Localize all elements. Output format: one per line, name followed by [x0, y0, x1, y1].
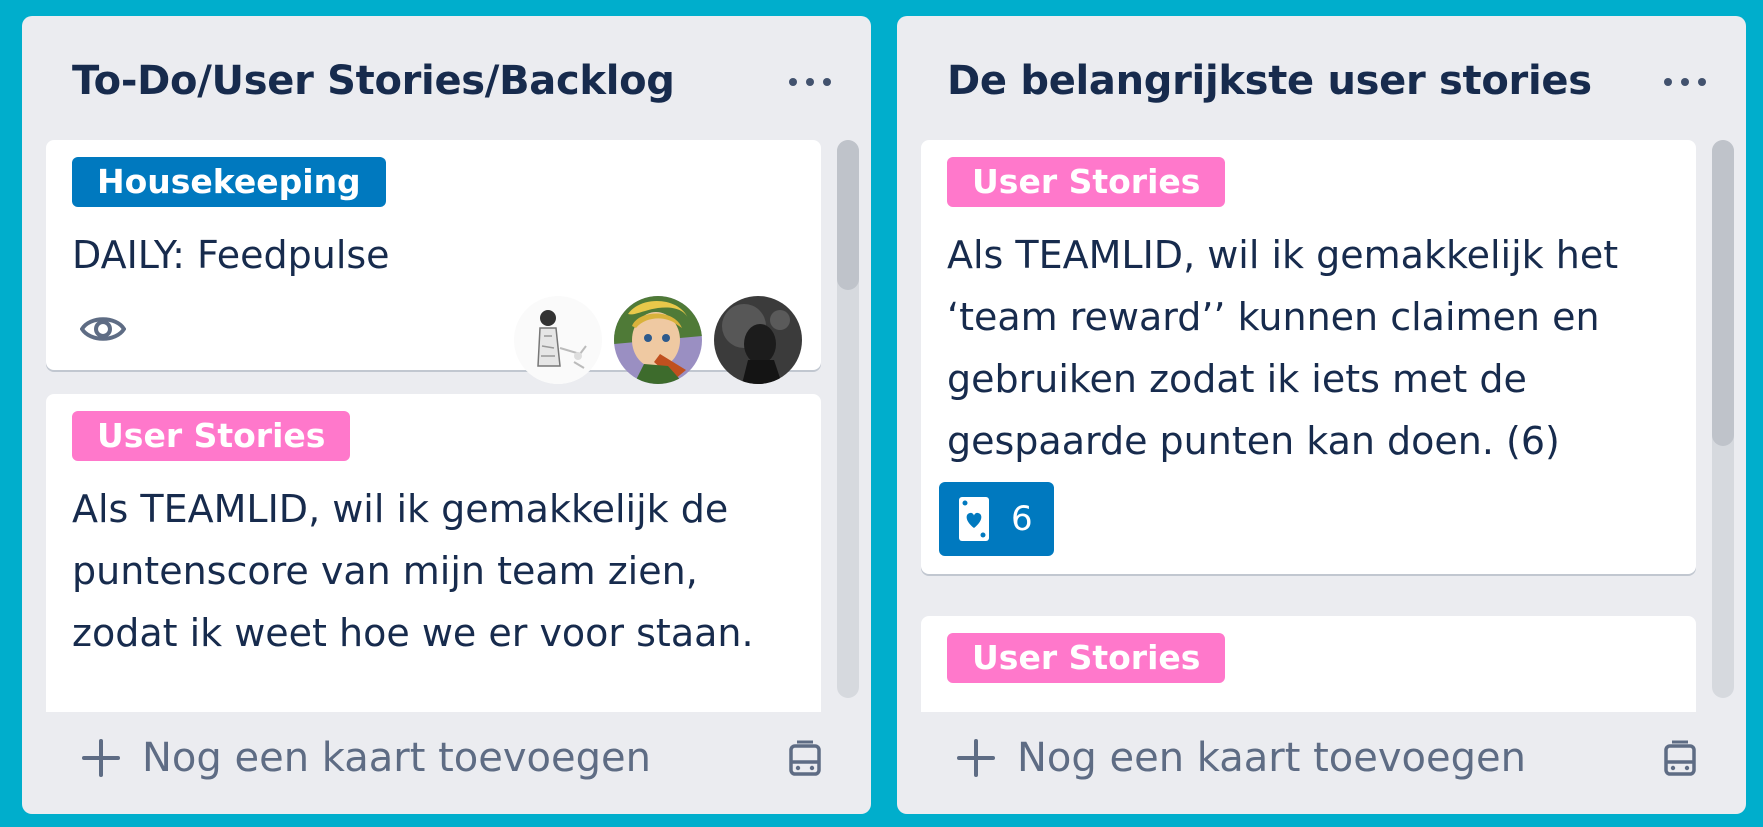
eye-icon [80, 317, 126, 341]
dot-icon [1681, 78, 1689, 86]
dot-icon [806, 78, 814, 86]
card-template-icon[interactable] [785, 740, 825, 780]
card-title-line: Als TEAMLID, wil ik gemakkelijk de [72, 487, 729, 531]
avatar-cartoon[interactable] [614, 296, 702, 384]
card-daily-feedpulse[interactable]: Housekeeping DAILY: Feedpulse [46, 140, 821, 384]
list-menu-button[interactable] [1664, 76, 1706, 88]
list-todo-backlog: To-Do/User Stories/Backlog Housekeeping … [22, 16, 871, 814]
add-card-label: Nog een kaart toevoegen [1017, 735, 1526, 781]
label-user-stories: User Stories [947, 633, 1226, 683]
card-title-line: Als TEAMLID, wil ik gemakkelijk het [947, 233, 1619, 277]
card-title-line: gebruiken zodat ik iets met de [947, 357, 1527, 401]
add-card-label: Nog een kaart toevoegen [142, 735, 651, 781]
add-card-button[interactable]: Nog een kaart toevoegen [957, 722, 1526, 794]
card-user-story-team-reward[interactable]: User Stories Als TEAMLID, wil ik gemakke… [921, 140, 1696, 574]
card-title-line: ‘team reward’’ kunnen claimen en [947, 295, 1600, 339]
planning-poker-card-icon [959, 497, 989, 541]
card-title: Als TEAMLID, wil ik gemakkelijk het ‘tea… [947, 224, 1618, 472]
list-menu-button[interactable] [789, 76, 831, 88]
dot-icon [1664, 78, 1672, 86]
dot-icon [1698, 78, 1706, 86]
story-points-value: 6 [1011, 499, 1033, 539]
card-title-line: gespaarde punten kan doen. (6) [947, 419, 1560, 463]
card-title-line: zodat ik weet hoe we er voor staan. [72, 611, 754, 655]
list-title[interactable]: De belangrijkste user stories [947, 58, 1592, 104]
scrollbar-thumb[interactable] [1712, 140, 1734, 446]
label-housekeeping: Housekeeping [72, 157, 386, 207]
scrollbar-thumb[interactable] [837, 140, 859, 290]
avatar-dark[interactable] [714, 296, 802, 384]
scrollbar[interactable] [837, 140, 859, 698]
story-points-badge[interactable]: 6 [939, 482, 1054, 556]
card-template-icon[interactable] [1660, 740, 1700, 780]
plus-icon [82, 739, 120, 777]
scrollbar[interactable] [1712, 140, 1734, 698]
list-important-user-stories: De belangrijkste user stories User Stori… [897, 16, 1746, 814]
plus-icon [957, 739, 995, 777]
card-title: DAILY: Feedpulse [72, 233, 390, 277]
label-user-stories: User Stories [72, 411, 351, 461]
add-card-button[interactable]: Nog een kaart toevoegen [82, 722, 651, 794]
label-user-stories: User Stories [947, 157, 1226, 207]
cards-container: Housekeeping DAILY: Feedpulse User Stori… [46, 140, 844, 712]
card-title-line: puntenscore van mijn team zien, [72, 549, 698, 593]
dot-icon [789, 78, 797, 86]
avatar-sketch[interactable] [514, 296, 602, 384]
card-user-story[interactable]: User Stories [921, 616, 1696, 712]
list-title[interactable]: To-Do/User Stories/Backlog [72, 58, 675, 104]
card-title: Als TEAMLID, wil ik gemakkelijk de punte… [72, 478, 754, 664]
card-user-story-puntenscore[interactable]: User Stories Als TEAMLID, wil ik gemakke… [46, 394, 821, 712]
cards-container: User Stories Als TEAMLID, wil ik gemakke… [921, 140, 1719, 712]
dot-icon [823, 78, 831, 86]
